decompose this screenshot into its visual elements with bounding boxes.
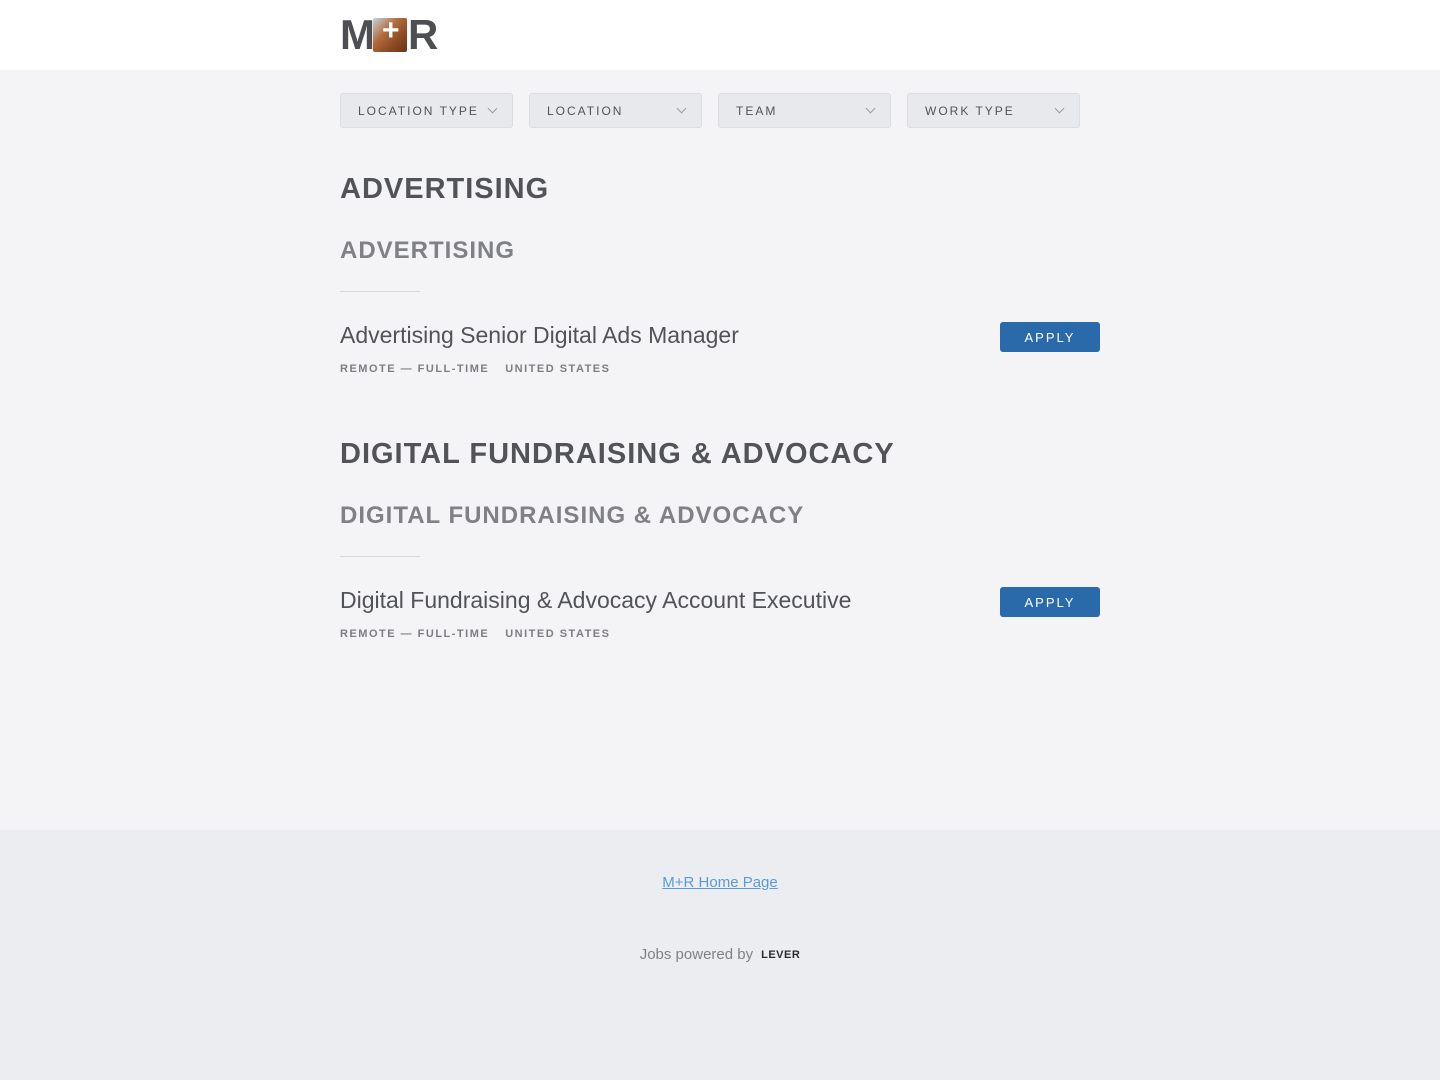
posting-title-link[interactable]: Digital Fundraising & Advocacy Account E… bbox=[340, 587, 851, 614]
divider bbox=[340, 556, 420, 557]
home-page-link[interactable]: M+R Home Page bbox=[662, 874, 777, 891]
posting-commitment: REMOTE — FULL-TIME bbox=[340, 628, 490, 640]
posting-location: UNITED STATES bbox=[505, 628, 611, 640]
posting-group-digital-fundraising: DIGITAL FUNDRAISING & ADVOCACY DIGITAL F… bbox=[340, 437, 1100, 657]
lever-logo[interactable]: LEVER bbox=[761, 949, 800, 961]
posting-meta: REMOTE — FULL-TIME UNITED STATES bbox=[340, 628, 610, 640]
chevron-down-icon bbox=[865, 103, 876, 114]
team-filter[interactable]: TEAM bbox=[718, 93, 891, 128]
team-heading: ADVERTISING bbox=[340, 173, 550, 205]
powered-by-text: Jobs powered by bbox=[639, 946, 754, 963]
footer: M+R Home Page Jobs powered by LEVER bbox=[0, 830, 1440, 1080]
logo-letter-m: M bbox=[340, 11, 375, 58]
apply-button[interactable]: APPLY bbox=[1000, 587, 1100, 617]
company-logo[interactable]: M R bbox=[340, 14, 440, 56]
department-heading: DIGITAL FUNDRAISING & ADVOCACY bbox=[340, 502, 805, 529]
logo-letter-r: R bbox=[408, 11, 439, 58]
department-heading: ADVERTISING bbox=[340, 237, 516, 264]
posting-meta: REMOTE — FULL-TIME UNITED STATES bbox=[340, 363, 610, 375]
divider bbox=[340, 291, 420, 292]
filter-label: LOCATION TYPE bbox=[358, 103, 479, 118]
filter-label: WORK TYPE bbox=[925, 103, 1015, 118]
work-type-filter[interactable]: WORK TYPE bbox=[907, 93, 1080, 128]
posting-location: UNITED STATES bbox=[505, 363, 611, 375]
posting-group-advertising: ADVERTISING ADVERTISING Advertising Seni… bbox=[340, 172, 1100, 392]
filter-label: TEAM bbox=[736, 103, 778, 118]
location-filter[interactable]: LOCATION bbox=[529, 93, 702, 128]
filter-label: LOCATION bbox=[547, 103, 624, 118]
posting-title-link[interactable]: Advertising Senior Digital Ads Manager bbox=[340, 322, 739, 349]
team-heading: DIGITAL FUNDRAISING & ADVOCACY bbox=[340, 438, 895, 470]
chevron-down-icon bbox=[676, 103, 687, 114]
posting-commitment: REMOTE — FULL-TIME bbox=[340, 363, 490, 375]
footer-home: M+R Home Page bbox=[0, 874, 1440, 892]
filter-bar: LOCATION TYPE LOCATION TEAM WORK TYPE bbox=[340, 93, 1080, 128]
header-bar: M R bbox=[0, 0, 1440, 70]
chevron-down-icon bbox=[487, 103, 498, 114]
powered-by: Jobs powered by LEVER bbox=[0, 946, 1440, 963]
location-type-filter[interactable]: LOCATION TYPE bbox=[340, 93, 513, 128]
logo-plus-image bbox=[373, 14, 407, 52]
chevron-down-icon bbox=[1054, 103, 1065, 114]
apply-button[interactable]: APPLY bbox=[1000, 322, 1100, 352]
